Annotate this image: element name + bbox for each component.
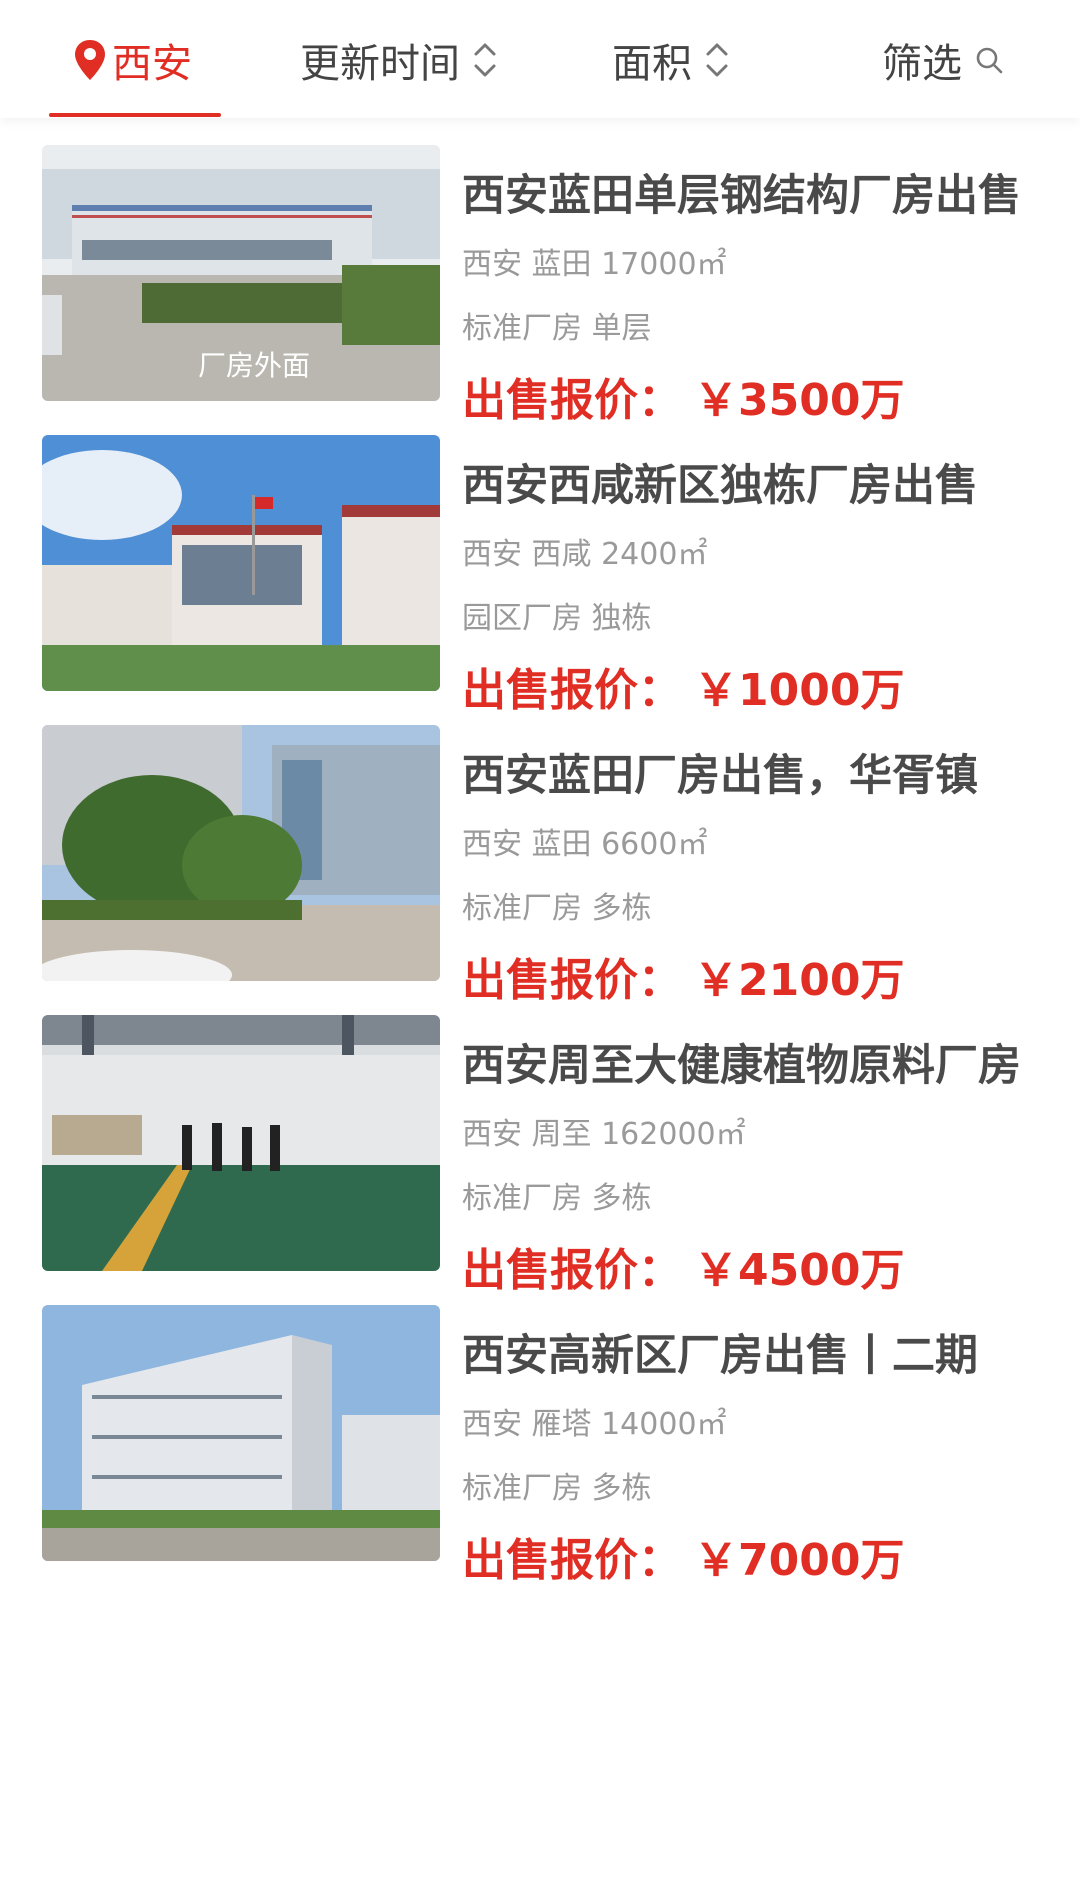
listing-type: 标准厂房 [462, 1181, 582, 1216]
listing-photo[interactable] [42, 1305, 440, 1561]
industrial-park-photo [42, 435, 440, 691]
listing-location: 西安 周至 162000㎡ [462, 1115, 746, 1155]
listing-floors: 多栋 [591, 1181, 652, 1216]
office-building-rendering [42, 1305, 440, 1561]
listing-size: 2400㎡ [601, 537, 708, 572]
listing-tags: 园区厂房 独栋 [462, 599, 652, 639]
listing-title[interactable]: 西安高新区厂房出售丨二期 [462, 1328, 1022, 1384]
listing-type: 标准厂房 [462, 311, 582, 346]
listing-city: 西安 [462, 247, 522, 282]
listing-location: 西安 蓝田 17000㎡ [462, 245, 727, 285]
listing-location: 西安 西咸 2400㎡ [462, 535, 707, 575]
listing-district: 周至 [531, 1117, 592, 1152]
listing-title[interactable]: 西安西咸新区独栋厂房出售 [462, 458, 1022, 514]
listing-type: 标准厂房 [462, 1471, 582, 1506]
listing-card[interactable]: 西安高新区厂房出售丨二期 西安 雁塔 14000㎡ 标准厂房 多栋 出售报价： ￥… [42, 1278, 1038, 1586]
filter-button[interactable]: 筛选 [882, 28, 1004, 92]
listing-photo[interactable] [42, 1015, 440, 1271]
listing-city: 西安 [462, 1407, 522, 1442]
listing-district: 雁塔 [531, 1407, 592, 1442]
sort-updown-icon [706, 43, 728, 77]
active-tab-indicator [49, 113, 221, 117]
listing-tags: 标准厂房 多栋 [462, 889, 652, 929]
listing-city: 西安 [462, 827, 522, 862]
listing-title[interactable]: 西安周至大健康植物原料厂房 [462, 1038, 1022, 1094]
listing-title[interactable]: 西安蓝田单层钢结构厂房出售 [462, 168, 1022, 224]
listing-floors: 单层 [591, 311, 652, 346]
sort-area[interactable]: 面积 [612, 28, 730, 92]
map-pin-icon [75, 40, 105, 80]
listing-tags: 标准厂房 多栋 [462, 1469, 652, 1509]
listing-size: 14000㎡ [601, 1407, 727, 1442]
listing-card[interactable]: 西安蓝田厂房出售，华胥镇 西安 蓝田 6600㎡ 标准厂房 多栋 出售报价： ￥2… [42, 698, 1038, 1006]
city-label: 西安 [112, 41, 192, 87]
listing-photo[interactable] [42, 725, 440, 981]
filter-bar: 西安 更新时间 面积 筛选 [0, 0, 1080, 118]
listing-tags: 标准厂房 多栋 [462, 1179, 652, 1219]
price-label: 出售报价： [462, 1535, 682, 1586]
listing-district: 蓝田 [531, 827, 592, 862]
listing-type: 园区厂房 [462, 601, 582, 636]
listing-size: 162000㎡ [601, 1117, 746, 1152]
listing-district: 西咸 [531, 537, 592, 572]
factory-yard-photo [42, 725, 440, 981]
listing-size: 6600㎡ [601, 827, 708, 862]
listing-district: 蓝田 [531, 247, 592, 282]
listing-photo[interactable] [42, 435, 440, 691]
sort-updown-icon [474, 43, 496, 77]
listing-card[interactable]: 厂房外面 西安蓝田单层钢结构厂房出售 西安 蓝田 17000㎡ 标准厂房 单层 … [42, 118, 1038, 426]
listing-size: 17000㎡ [601, 247, 727, 282]
listing-city: 西安 [462, 537, 522, 572]
photo-caption: 厂房外面 [198, 349, 310, 382]
listing-tags: 标准厂房 单层 [462, 309, 652, 349]
area-label: 面积 [612, 41, 692, 87]
listing-floors: 多栋 [591, 891, 652, 926]
sort-update-time[interactable]: 更新时间 [300, 28, 498, 92]
listing-location: 西安 蓝田 6600㎡ [462, 825, 707, 865]
listing-price: 出售报价： ￥7000万 [462, 1533, 904, 1589]
listing-floors: 多栋 [591, 1471, 652, 1506]
factory-exterior-photo: 厂房外面 [42, 145, 440, 401]
city-selector[interactable]: 西安 [72, 28, 192, 92]
factory-interior-photo [42, 1015, 440, 1271]
listing-card[interactable]: 西安西咸新区独栋厂房出售 西安 西咸 2400㎡ 园区厂房 独栋 出售报价： ￥1… [42, 408, 1038, 716]
update-time-label: 更新时间 [300, 41, 460, 87]
filter-label: 筛选 [882, 41, 962, 87]
listing-type: 标准厂房 [462, 891, 582, 926]
price-value: ￥7000万 [694, 1535, 905, 1586]
listing-floors: 独栋 [591, 601, 652, 636]
listing-city: 西安 [462, 1117, 522, 1152]
search-icon [976, 47, 1003, 74]
listing-card[interactable]: 西安周至大健康植物原料厂房 西安 周至 162000㎡ 标准厂房 多栋 出售报价… [42, 988, 1038, 1296]
listing-photo[interactable]: 厂房外面 [42, 145, 440, 401]
listing-title[interactable]: 西安蓝田厂房出售，华胥镇 [462, 748, 1022, 804]
listing-location: 西安 雁塔 14000㎡ [462, 1405, 727, 1445]
